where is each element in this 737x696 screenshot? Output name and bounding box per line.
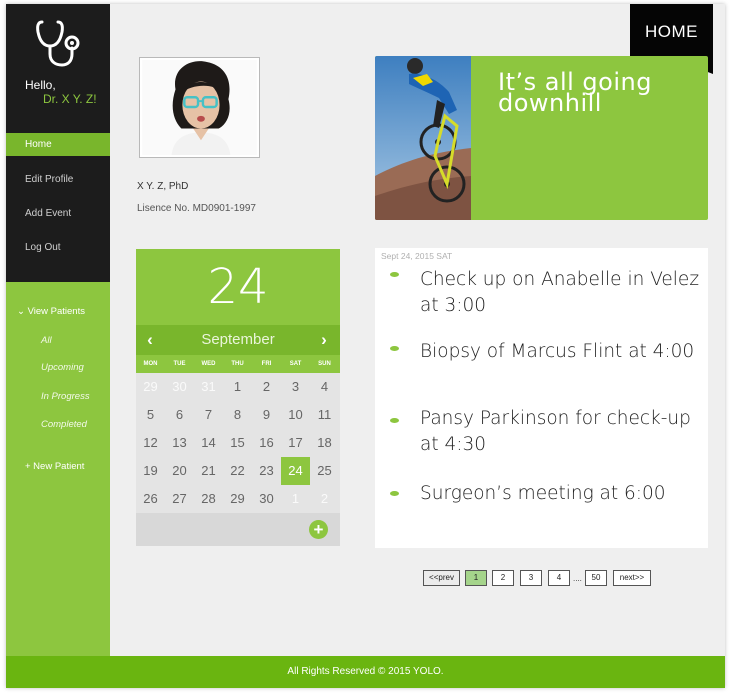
calendar-day[interactable]: 8 — [223, 401, 252, 429]
weekday-header: MON TUE WED THU FRI SAT SUN — [136, 355, 340, 373]
event-item[interactable]: Check up on Anabelle in Velez at 3:00 — [420, 267, 702, 319]
filter-in-progress[interactable]: In Progress — [41, 391, 90, 402]
calendar-day[interactable]: 7 — [194, 401, 223, 429]
page-2-button[interactable]: 2 — [492, 570, 514, 586]
calendar-day[interactable]: 22 — [223, 457, 252, 485]
greeting: Hello, — [25, 78, 56, 92]
calendar-day[interactable]: 10 — [281, 401, 310, 429]
calendar-day[interactable]: 28 — [194, 485, 223, 513]
calendar-day[interactable]: 12 — [136, 429, 165, 457]
events-date: Sept 24, 2015 SAT — [381, 251, 453, 261]
weekday-label: TUE — [173, 361, 186, 367]
banner-line-2: downhill — [498, 89, 602, 117]
footer: All Rights Reserved © 2015 YOLO. — [6, 656, 725, 688]
calendar-day[interactable]: 5 — [136, 401, 165, 429]
calendar-day[interactable]: 23 — [252, 457, 281, 485]
calendar-day[interactable]: 17 — [281, 429, 310, 457]
nav-log-out[interactable]: Log Out — [6, 236, 110, 259]
weekday-label: FRI — [261, 361, 272, 367]
calendar-day[interactable]: 31 — [194, 373, 223, 401]
bullet-icon — [390, 491, 399, 496]
chevron-right-icon[interactable]: › — [312, 325, 336, 355]
calendar-header: 24 — [136, 249, 340, 325]
filter-completed[interactable]: Completed — [41, 419, 87, 430]
calendar-day[interactable]: 4 — [310, 373, 339, 401]
page-last-button[interactable]: 50 — [585, 570, 607, 586]
page-4-button[interactable]: 4 — [548, 570, 570, 586]
event-item[interactable]: Pansy Parkinson for check-up at 4:30 — [420, 406, 702, 458]
calendar-day[interactable]: 2 — [252, 373, 281, 401]
event-item[interactable]: Surgeon’s meeting at 6:00 — [420, 481, 702, 507]
pagination-ellipsis: .... — [573, 574, 582, 583]
weekday-label: WED — [201, 361, 216, 367]
mountain-biker-photo — [375, 56, 471, 220]
profile-license: Lisence No. MD0901-1997 — [137, 203, 256, 214]
app-window: Hello, Dr. X Y. Z! Home Edit Profile Add… — [6, 4, 725, 688]
weekday-label: MON — [143, 361, 158, 367]
page-3-button[interactable]: 3 — [520, 570, 542, 586]
calendar-day[interactable]: 14 — [194, 429, 223, 457]
calendar-day[interactable]: 29 — [136, 373, 165, 401]
doctor-name: Dr. X Y. Z! — [43, 92, 97, 106]
month-bar: September ‹ › — [136, 325, 340, 355]
profile-photo — [142, 60, 257, 155]
month-label: September — [201, 331, 275, 348]
profile-name: X Y. Z, PhD — [137, 181, 189, 192]
banner-headline: It’s all going downhill — [498, 70, 698, 117]
calendar-widget: 24 September ‹ › MON TUE WED THU FRI SAT SUN 2… — [136, 249, 340, 546]
promo-banner[interactable]: It’s all going downhill — [375, 56, 708, 220]
calendar-day[interactable]: 15 — [223, 429, 252, 457]
calendar-day[interactable]: 30 — [252, 485, 281, 513]
calendar-day[interactable]: 19 — [136, 457, 165, 485]
calendar-day[interactable]: 20 — [165, 457, 194, 485]
selected-day: 24 — [207, 259, 269, 315]
calendar-day[interactable]: 18 — [310, 429, 339, 457]
calendar-day[interactable]: 1 — [281, 485, 310, 513]
bullet-icon — [390, 272, 399, 277]
nav-add-event[interactable]: Add Event — [6, 202, 110, 225]
chevron-left-icon[interactable]: ‹ — [138, 325, 162, 355]
calendar-day[interactable]: 6 — [165, 401, 194, 429]
calendar-day[interactable]: 25 — [310, 457, 339, 485]
add-event-icon[interactable]: + — [309, 520, 328, 539]
new-patient-button[interactable]: + New Patient — [25, 461, 84, 472]
footer-text: All Rights Reserved © 2015 YOLO. — [287, 666, 444, 677]
weekday-label: SAT — [289, 361, 302, 367]
stethoscope-icon — [36, 20, 80, 67]
page-1-button[interactable]: 1 — [465, 570, 487, 586]
weekday-label: THU — [231, 361, 244, 367]
filter-all[interactable]: All — [41, 335, 52, 346]
calendar-day[interactable]: 2 — [310, 485, 339, 513]
calendar-day[interactable]: 13 — [165, 429, 194, 457]
filter-upcoming[interactable]: Upcoming — [41, 362, 84, 373]
calendar-day[interactable]: 21 — [194, 457, 223, 485]
view-patients-toggle[interactable]: ⌄ View Patients — [17, 306, 85, 317]
calendar-day[interactable]: 27 — [165, 485, 194, 513]
ribbon-label: HOME — [645, 22, 698, 41]
prev-page-button[interactable]: <<prev — [423, 570, 460, 586]
calendar-day[interactable]: 26 — [136, 485, 165, 513]
calendar-day[interactable]: 24 — [281, 457, 310, 485]
nav-home[interactable]: Home — [6, 133, 110, 156]
event-item[interactable]: Biopsy of Marcus Flint at 4:00 — [420, 339, 702, 365]
calendar-day[interactable]: 16 — [252, 429, 281, 457]
calendar-footer: + — [136, 513, 340, 546]
calendar-day[interactable]: 11 — [310, 401, 339, 429]
calendar-day[interactable]: 29 — [223, 485, 252, 513]
next-page-button[interactable]: next>> — [613, 570, 651, 586]
calendar-day[interactable]: 9 — [252, 401, 281, 429]
nav-edit-profile[interactable]: Edit Profile — [6, 168, 110, 191]
events-panel: Sept 24, 2015 SAT Check up on Anabelle i… — [375, 248, 708, 548]
bullet-icon — [390, 418, 399, 423]
calendar-day[interactable]: 30 — [165, 373, 194, 401]
calendar-day[interactable]: 1 — [223, 373, 252, 401]
weekday-label: SUN — [318, 361, 331, 367]
avatar — [139, 57, 260, 158]
sidebar-top: Hello, Dr. X Y. Z! Home Edit Profile Add… — [6, 4, 110, 282]
bullet-icon — [390, 346, 399, 351]
calendar-day[interactable]: 3 — [281, 373, 310, 401]
